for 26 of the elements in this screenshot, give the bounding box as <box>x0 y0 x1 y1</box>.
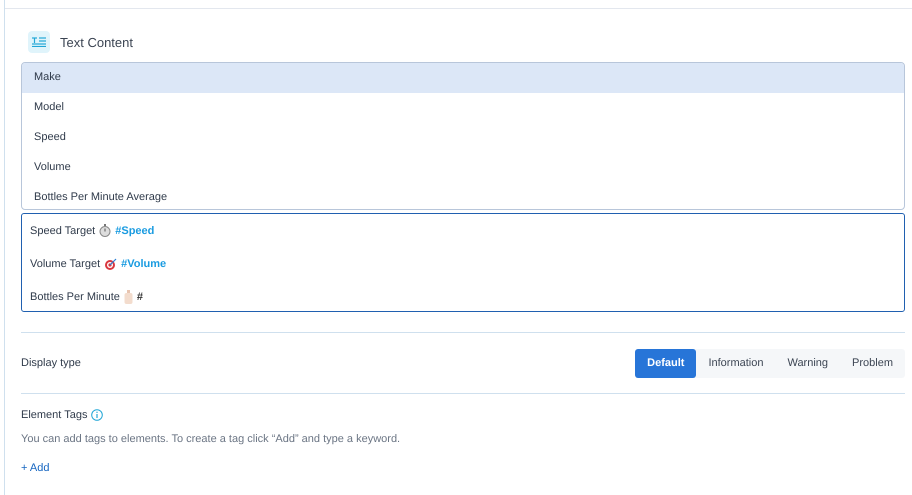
dropdown-option[interactable]: Bottles Per Minute Average <box>22 183 904 209</box>
field-label: Element Tags <box>21 409 88 421</box>
segment-button[interactable]: Default <box>635 348 696 378</box>
hashtag: # <box>136 290 143 302</box>
text-content-icon <box>28 31 50 53</box>
field-label: Display type <box>21 357 81 369</box>
info-icon[interactable] <box>91 409 104 421</box>
help-text: You can add tags to elements. To create a tag click “Add” and type a keyword. <box>21 433 402 445</box>
dropdown-option[interactable]: Make <box>22 63 904 93</box>
add-link[interactable]: + Add <box>21 462 50 474</box>
hashtag: #Speed <box>115 224 154 236</box>
segment-button[interactable]: Problem <box>840 348 905 378</box>
editor-text: Volume Target <box>30 258 100 270</box>
bottle-icon <box>124 290 133 304</box>
section-title: Text Content <box>60 34 133 50</box>
segment-button[interactable]: Warning <box>775 348 840 378</box>
editor-text: Bottles Per Minute <box>30 290 120 302</box>
dropdown-option[interactable]: Volume <box>22 153 904 183</box>
segment-button[interactable]: Information <box>696 348 776 378</box>
target-icon <box>104 258 118 270</box>
dropdown-option[interactable]: Speed <box>22 123 904 153</box>
dropdown-option[interactable]: Model <box>22 93 904 123</box>
stopwatch-icon <box>99 224 112 237</box>
hashtag: #Volume <box>121 258 166 270</box>
text-editor[interactable]: Speed Target #Speed Volume Target #Volume Bottles Per Minute # <box>21 213 905 312</box>
editor-text: Speed Target <box>30 224 96 236</box>
